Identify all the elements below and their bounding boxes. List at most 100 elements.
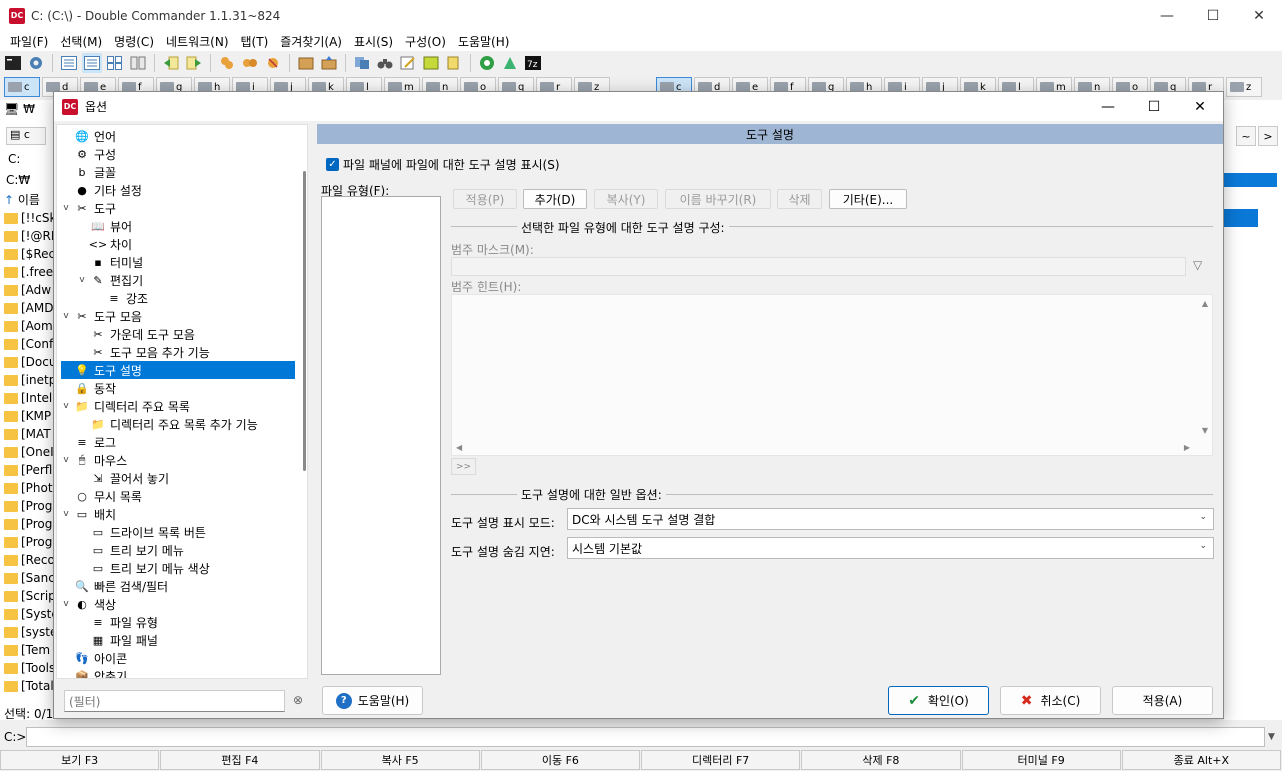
tree-item[interactable]: ≡ 강조 bbox=[93, 289, 148, 307]
menu-network[interactable]: 네트워크(N) bbox=[160, 33, 235, 50]
clear-filter-icon[interactable]: ⊗ bbox=[293, 693, 303, 707]
list-item[interactable]: [Adw bbox=[4, 281, 56, 299]
refresh-icon[interactable] bbox=[477, 53, 497, 73]
chevron-down-icon[interactable]: v bbox=[61, 203, 71, 213]
network-button[interactable]: 🖥 ₩ bbox=[4, 102, 35, 116]
left-column-header-name[interactable]: ↑ 이름 bbox=[4, 191, 40, 208]
tree-item[interactable]: v 📁 디렉터리 주요 목록 bbox=[61, 397, 190, 415]
tree-item[interactable]: 🔒 동작 bbox=[61, 379, 116, 397]
list-item[interactable]: [Prog bbox=[4, 515, 56, 533]
list-item[interactable]: [Prog bbox=[4, 533, 56, 551]
f8-delete-button[interactable]: 삭제 F8 bbox=[801, 750, 961, 770]
binoculars-icon[interactable] bbox=[375, 53, 395, 73]
menu-file[interactable]: 파일(F) bbox=[4, 33, 54, 50]
menu-configuration[interactable]: 구성(O) bbox=[399, 33, 452, 50]
multi-rename-icon[interactable] bbox=[398, 53, 418, 73]
tree-item[interactable]: ✂ 도구 모음 추가 기능 bbox=[77, 343, 209, 361]
f3-view-button[interactable]: 보기 F3 bbox=[0, 750, 160, 770]
pack-icon[interactable] bbox=[296, 53, 316, 73]
hint-more-button[interactable]: >> bbox=[451, 458, 476, 475]
list-item[interactable]: [MAT bbox=[4, 425, 56, 443]
tree-item[interactable]: ● 기타 설정 bbox=[61, 181, 142, 199]
tree-item[interactable]: v ✎ 편집기 bbox=[77, 271, 143, 289]
tree-item[interactable]: ▦ 파일 패널 bbox=[77, 631, 158, 649]
unpack-icon[interactable] bbox=[319, 53, 339, 73]
drive-button-z-right[interactable]: z bbox=[1226, 77, 1262, 97]
tree-item[interactable]: v ✂ 도구 bbox=[61, 199, 116, 217]
list-item[interactable]: [!@RI bbox=[4, 227, 56, 245]
ok-button[interactable]: ✔ 확인(O) bbox=[888, 686, 989, 715]
copy-files-icon[interactable] bbox=[217, 53, 237, 73]
tree-item[interactable]: ⇲ 끌어서 놓기 bbox=[77, 469, 169, 487]
full-view-icon[interactable] bbox=[82, 53, 102, 73]
dialog-minimize-button[interactable]: — bbox=[1085, 92, 1131, 121]
scroll-down-icon[interactable]: ▼ bbox=[1202, 426, 1208, 435]
tree-item[interactable]: b 글꼴 bbox=[61, 163, 117, 181]
dialog-close-button[interactable]: ✕ bbox=[1177, 92, 1223, 121]
f4-edit-button[interactable]: 편집 F4 bbox=[160, 750, 320, 770]
list-item[interactable]: [inetp bbox=[4, 371, 56, 389]
tree-item[interactable]: ≡ 파일 유형 bbox=[77, 613, 158, 631]
tree-item[interactable]: 📁 디렉터리 주요 목록 추가 기능 bbox=[77, 415, 258, 433]
hide-delay-select[interactable]: 시스템 기본값 ⌄ bbox=[567, 537, 1214, 559]
category-mask-input[interactable] bbox=[451, 257, 1186, 276]
f5-copy-button[interactable]: 복사 F5 bbox=[320, 750, 480, 770]
right-next-button[interactable]: > bbox=[1258, 126, 1278, 146]
chevron-down-icon[interactable]: v bbox=[77, 275, 87, 285]
list-item[interactable]: [syste bbox=[4, 623, 56, 641]
chevron-down-icon[interactable]: v bbox=[61, 509, 71, 519]
scroll-up-icon[interactable]: ▲ bbox=[1202, 299, 1208, 308]
cancel-button[interactable]: ✖ 취소(C) bbox=[1000, 686, 1101, 715]
right-panel-selected-row[interactable] bbox=[1224, 209, 1258, 227]
category-hint-textarea[interactable]: ▲ ▼ ◀ ▶ bbox=[451, 294, 1213, 456]
list-item[interactable]: [Tem bbox=[4, 641, 56, 659]
tree-filter-input[interactable]: (필터) bbox=[64, 690, 285, 712]
list-item[interactable]: [$Rec bbox=[4, 245, 56, 263]
tree-item[interactable]: v ▭ 배치 bbox=[61, 505, 116, 523]
f6-move-button[interactable]: 이동 F6 bbox=[480, 750, 640, 770]
other-filetype-button[interactable]: 기타(E)... bbox=[829, 189, 907, 209]
chevron-down-icon[interactable]: v bbox=[61, 401, 71, 411]
terminal-icon[interactable] bbox=[3, 53, 23, 73]
list-item[interactable]: [Aom bbox=[4, 317, 56, 335]
rename-filetype-button[interactable]: 이름 바꾸기(R) bbox=[665, 189, 771, 209]
chevron-down-icon[interactable]: v bbox=[61, 311, 71, 321]
brief-view-icon[interactable] bbox=[59, 53, 79, 73]
menu-commands[interactable]: 명령(C) bbox=[108, 33, 160, 50]
display-mode-select[interactable]: DC와 시스템 도구 설명 결합 ⌄ bbox=[567, 508, 1214, 530]
tree-item[interactable]: ▭ 트리 보기 메뉴 색상 bbox=[77, 559, 210, 577]
compare-icon[interactable] bbox=[128, 53, 148, 73]
tree-scrollbar[interactable] bbox=[303, 171, 306, 471]
list-item[interactable]: [Perfl bbox=[4, 461, 56, 479]
scroll-right-icon[interactable]: ▶ bbox=[1184, 443, 1190, 452]
tree-item[interactable]: 🌐 언어 bbox=[61, 127, 116, 145]
list-item[interactable]: [.free bbox=[4, 263, 56, 281]
tree-item[interactable]: <> 차이 bbox=[77, 235, 132, 253]
tree-item[interactable]: ▪ 터미널 bbox=[77, 253, 143, 271]
arrow-left-icon[interactable] bbox=[161, 53, 181, 73]
add-filetype-button[interactable]: 추가(D) bbox=[523, 189, 587, 209]
f9-terminal-button[interactable]: 터미널 F9 bbox=[961, 750, 1121, 770]
list-item[interactable]: [Docu bbox=[4, 353, 56, 371]
tree-item[interactable]: v 🖱 마우스 bbox=[61, 451, 127, 469]
list-item[interactable]: [OneI bbox=[4, 443, 56, 461]
copy-filetype-button[interactable]: 복사(Y) bbox=[594, 189, 658, 209]
list-item[interactable]: [Phot bbox=[4, 479, 56, 497]
left-tab-c[interactable]: ▤ c bbox=[6, 127, 46, 145]
alt-x-exit-button[interactable]: 종료 Alt+X bbox=[1121, 750, 1281, 770]
notes-icon[interactable] bbox=[421, 53, 441, 73]
drive-button-c-left[interactable]: c bbox=[4, 77, 40, 97]
thumbnail-view-icon[interactable] bbox=[105, 53, 125, 73]
help-button[interactable]: ? 도움말(H) bbox=[322, 686, 423, 715]
f7-mkdir-button[interactable]: 디렉터리 F7 bbox=[641, 750, 801, 770]
move-files-icon[interactable] bbox=[240, 53, 260, 73]
apply-filetype-button[interactable]: 적용(P) bbox=[453, 189, 517, 209]
list-item[interactable]: [Reco bbox=[4, 551, 56, 569]
list-item[interactable]: [Prog bbox=[4, 497, 56, 515]
tree-item[interactable]: v ✂ 도구 모음 bbox=[61, 307, 142, 325]
list-item[interactable]: [Syste bbox=[4, 605, 56, 623]
list-item[interactable]: [Intel] bbox=[4, 389, 56, 407]
delete-filetype-button[interactable]: 삭제 bbox=[777, 189, 822, 209]
delete-files-icon[interactable] bbox=[263, 53, 283, 73]
file-types-list[interactable] bbox=[321, 196, 441, 675]
